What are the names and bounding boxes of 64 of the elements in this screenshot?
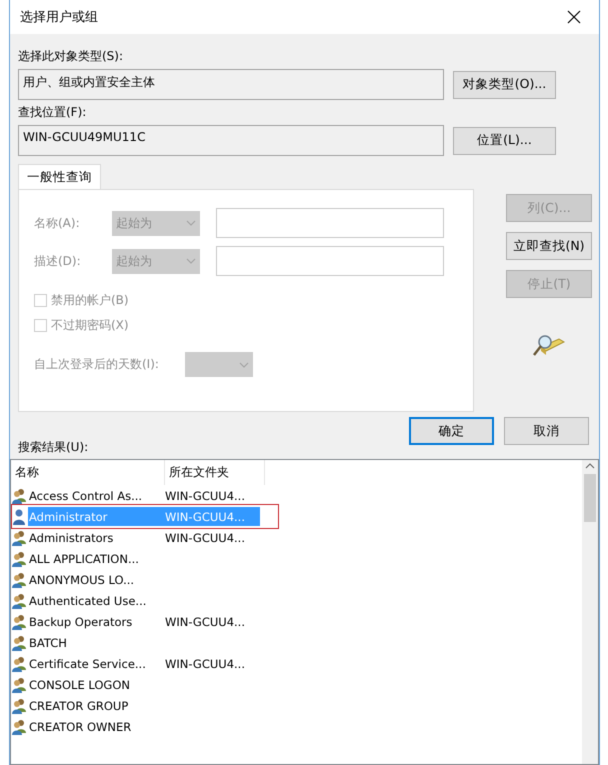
name-cell-text: Certificate Service... xyxy=(28,656,147,670)
scroll-thumb[interactable] xyxy=(584,474,596,522)
chevron-icon xyxy=(186,258,196,264)
field-label: 描述(D): xyxy=(34,252,82,270)
result-row[interactable]: ALL APPLICATION... xyxy=(11,548,582,569)
folder-cell-text: WIN-GCUU4... xyxy=(164,488,246,502)
name-cell-text: CONSOLE LOGON xyxy=(28,678,131,692)
close-icon[interactable] xyxy=(567,10,581,24)
group-icon xyxy=(11,530,28,546)
group-icon xyxy=(11,698,28,714)
location-field: WIN-GCUU49MU11C xyxy=(18,125,444,156)
folder-cell-text: WIN-GCUU4... xyxy=(164,530,246,544)
side-button[interactable]: 立即查找(N) xyxy=(506,232,592,260)
field-label: 查找位置(F): xyxy=(18,104,88,121)
dialog-button[interactable]: 确定 xyxy=(409,417,494,445)
tab[interactable]: 一般性查询 xyxy=(18,164,101,189)
column-header[interactable]: 所在文件夹 xyxy=(165,460,265,485)
result-row[interactable]: CONSOLE LOGON xyxy=(11,674,582,695)
name-cell-text: ANONYMOUS LO... xyxy=(28,572,136,586)
window-title: 选择用户或组 xyxy=(20,9,98,26)
folder-cell-text: WIN-GCUU4... xyxy=(164,656,246,670)
result-row[interactable]: Administrators WIN-GCUU4... xyxy=(11,527,582,548)
group-icon xyxy=(11,634,28,650)
result-row[interactable]: ANONYMOUS LO... xyxy=(11,569,582,590)
field-label: 自上次登录后的天数(I): xyxy=(34,356,159,373)
chevron-icon xyxy=(186,220,196,226)
object-type-field: 用户、组或内置安全主体 xyxy=(18,69,444,100)
user-icon xyxy=(11,508,28,524)
group-icon xyxy=(11,718,28,734)
field-label: 选择此对象类型(S): xyxy=(18,48,124,65)
folder-cell-text: WIN-GCUU4... xyxy=(164,510,246,524)
name-cell-text: Administrator xyxy=(28,510,108,524)
name-cell-text: CREATOR GROUP xyxy=(28,698,130,712)
result-row[interactable]: Backup Operators WIN-GCUU4... xyxy=(11,611,582,632)
name-cell-text: Administrators xyxy=(28,530,114,544)
name-cell-text: Authenticated Use... xyxy=(28,594,148,608)
dialog-button[interactable]: 取消 xyxy=(504,417,589,445)
name-cell-text: Backup Operators xyxy=(28,614,134,628)
result-row[interactable]: Access Control As... WIN-GCUU4... xyxy=(11,485,582,506)
result-row[interactable]: CREATOR OWNER xyxy=(11,716,582,737)
scrollbar[interactable] xyxy=(582,460,598,764)
days-dropdown[interactable] xyxy=(184,352,253,377)
chevron-icon xyxy=(238,362,249,368)
group-icon xyxy=(11,572,28,588)
folder-cell-text: WIN-GCUU4... xyxy=(164,614,246,628)
result-row[interactable]: Certificate Service... WIN-GCUU4... xyxy=(11,653,582,674)
group-icon xyxy=(11,614,28,630)
column-header[interactable]: 名称 xyxy=(11,460,165,485)
group-icon xyxy=(11,592,28,608)
group-icon xyxy=(11,488,28,504)
group-icon xyxy=(11,550,28,566)
result-row[interactable]: BATCH xyxy=(11,632,582,653)
result-row[interactable]: CREATOR GROUP xyxy=(11,695,582,716)
object-types-button[interactable]: 对象类型(O)... xyxy=(453,70,556,98)
field-label: 名称(A): xyxy=(34,214,81,232)
group-icon xyxy=(11,676,28,692)
locations-button[interactable]: 位置(L)... xyxy=(453,126,556,154)
result-row[interactable]: Authenticated Use... xyxy=(11,590,582,611)
name-cell-text: Access Control As... xyxy=(28,488,144,502)
name-cell-text: CREATOR OWNER xyxy=(28,720,132,734)
name-cell-text: BATCH xyxy=(28,636,68,650)
results-label: 搜索结果(U): xyxy=(18,439,90,456)
group-icon xyxy=(11,656,28,672)
name-cell-text: ALL APPLICATION... xyxy=(28,552,140,566)
